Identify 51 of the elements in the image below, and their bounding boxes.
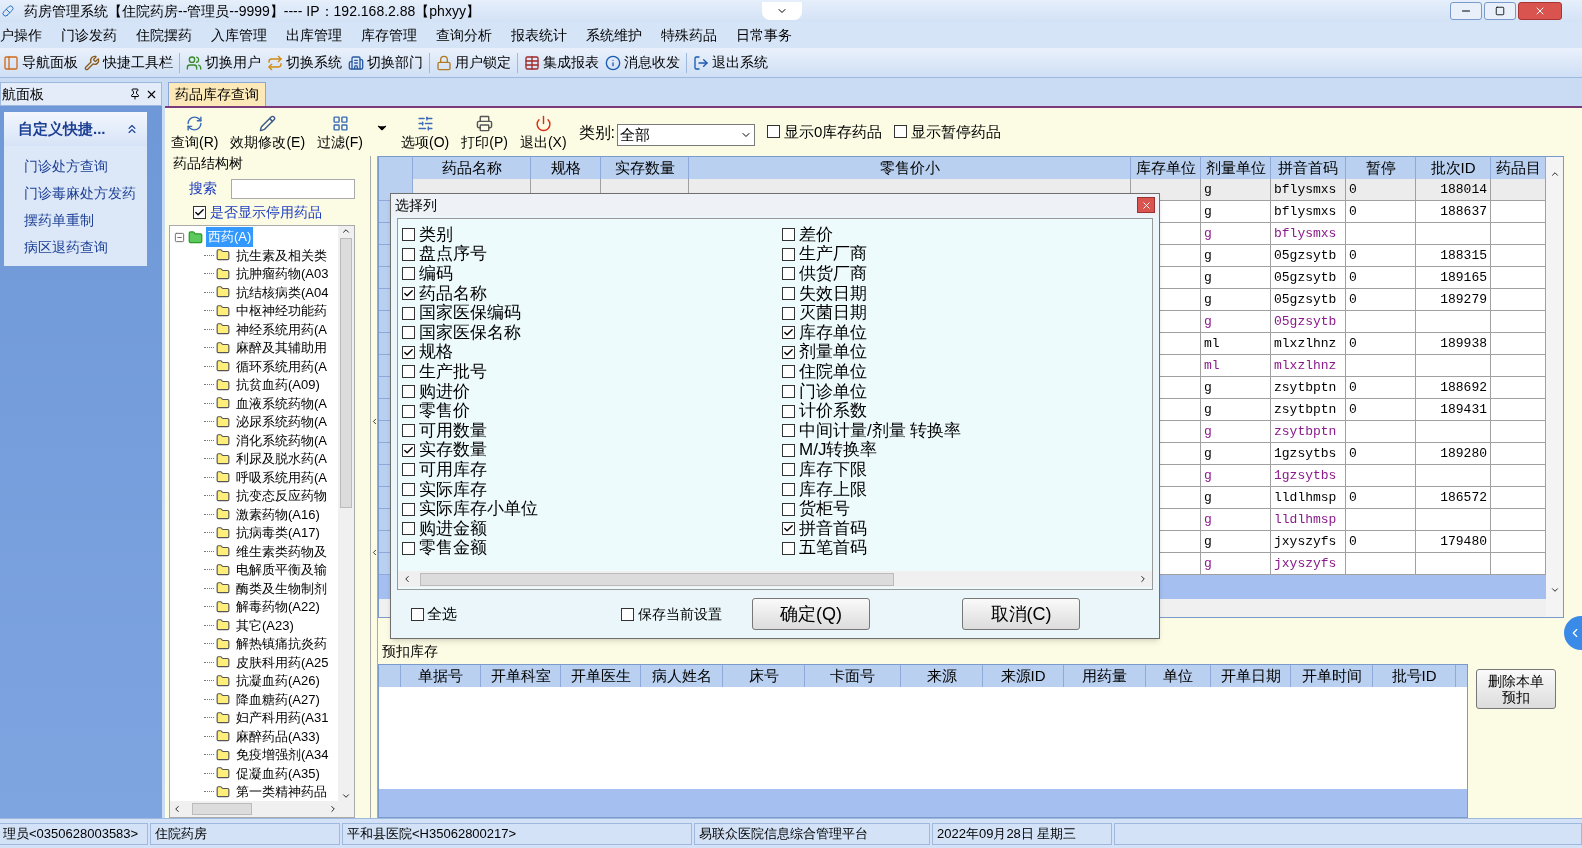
checkbox-label: 全选 — [427, 603, 457, 624]
search-label: 搜索 — [189, 179, 217, 198]
checkbox-label: 可用库存 — [419, 460, 487, 479]
checkbox-label: 药品名称 — [419, 284, 487, 303]
checkbox-label: 五笔首码 — [799, 539, 867, 558]
checkbox-label: 购进价 — [419, 382, 470, 401]
window-title: 药房管理系统【住院药房--管理员--9999】---- IP：192.168.2.88【phxyy】 — [24, 1, 480, 21]
checkbox-label: 实存数量 — [419, 441, 487, 460]
checkbox-label: M/J转换率 — [799, 441, 878, 460]
checkbox-label: 国家医保名称 — [419, 323, 521, 342]
checkbox-label: 库存单位 — [799, 323, 867, 342]
checkbox-label: 购进金额 — [419, 519, 487, 538]
checkbox-label: 货柜号 — [799, 500, 850, 519]
status-item: 平和县医院<H35062800217> — [342, 822, 692, 845]
status-item: 2022年09月28日 星期三 — [932, 822, 1112, 845]
section-label: 预扣库存 — [382, 642, 438, 661]
panel-title: 航面板 — [2, 84, 44, 104]
checkbox-label: 显示暂停药品 — [911, 121, 1002, 142]
checkbox-label: 剂量单位 — [799, 343, 867, 362]
checkbox-label: 可用数量 — [419, 421, 487, 440]
checkbox-label: 住院单位 — [799, 362, 867, 381]
checkbox-label: 编码 — [419, 265, 453, 283]
checkbox-label: 保存当前设置 — [638, 604, 722, 624]
checkbox-label: 生产批号 — [419, 362, 487, 381]
group-title: 药品结构树 — [173, 156, 244, 170]
checkbox-label: 实际库存小单位 — [419, 500, 538, 519]
checkbox-label: 门诊单位 — [799, 382, 867, 401]
checkbox-label: 是否显示停用药品 — [210, 203, 322, 222]
checkbox-label: 库存上限 — [799, 480, 867, 499]
checkbox-label: 国家医保编码 — [419, 304, 521, 323]
checkbox-label: 供货厂商 — [799, 265, 867, 283]
checkbox-label: 生产厂商 — [799, 245, 867, 264]
checkbox-label: 拼音首码 — [799, 519, 867, 538]
checkbox-label: 类别 — [419, 225, 453, 244]
checkbox-label: 差价 — [799, 225, 833, 244]
checkbox-label: 盘点序号 — [419, 245, 487, 264]
checkbox-label: 实际库存 — [419, 480, 487, 499]
dialog-title: 选择列 — [395, 195, 437, 215]
status-item: 住院药房 — [150, 822, 340, 845]
status-item: 理员<0350628003583> — [0, 822, 148, 845]
checkbox-label: 零售金额 — [419, 539, 487, 558]
checkbox-label: 规格 — [419, 343, 453, 362]
checkbox-label: 中间计量/剂量 转换率 — [799, 421, 962, 440]
checkbox-label: 零售价 — [419, 402, 470, 421]
checkbox-label: 灭菌日期 — [799, 304, 867, 323]
checkbox-label: 失效日期 — [799, 284, 867, 303]
status-item: 易联众医院信息综合管理平台 — [694, 822, 930, 845]
checkbox-label: 显示0库存药品 — [784, 121, 883, 142]
checkbox-label: 库存下限 — [799, 460, 867, 479]
filter-label: 类别: — [578, 123, 615, 143]
checkbox-label: 计价系数 — [799, 402, 867, 421]
